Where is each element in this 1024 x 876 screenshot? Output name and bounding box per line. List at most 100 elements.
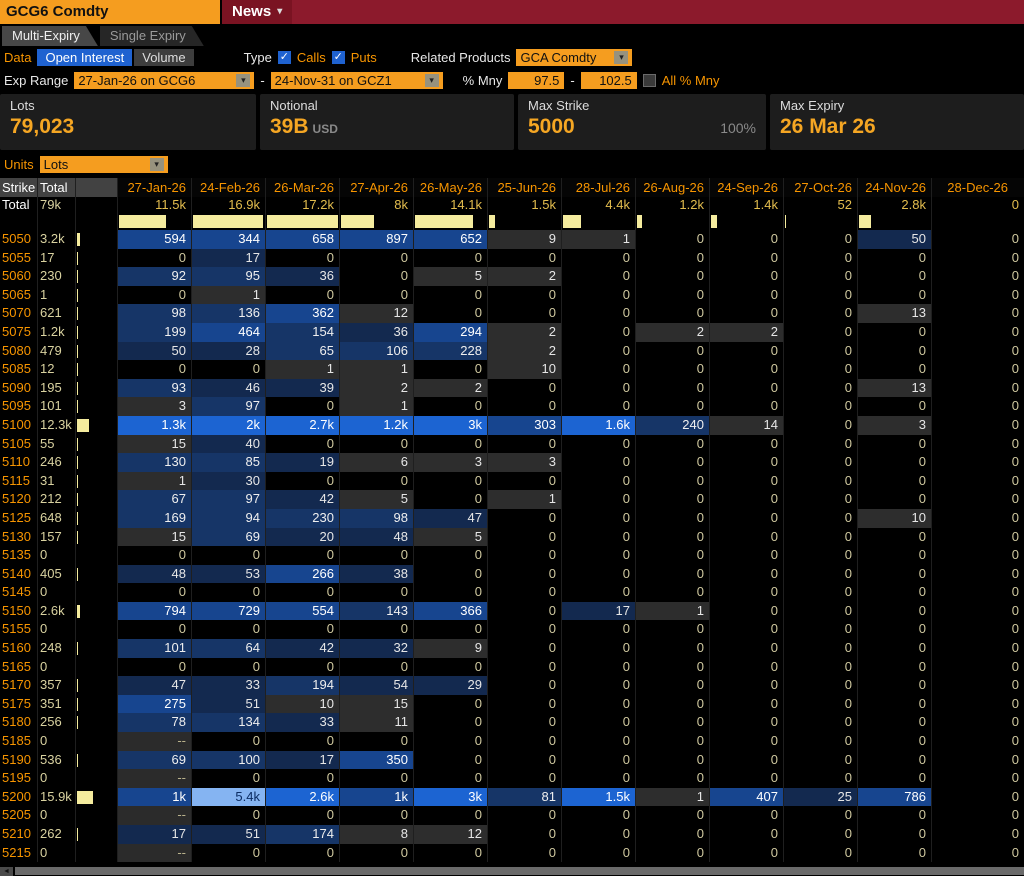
oi-cell[interactable]: 0 bbox=[192, 769, 266, 788]
oi-cell[interactable]: 10 bbox=[488, 360, 562, 379]
strike-cell[interactable]: 5085 bbox=[0, 360, 38, 379]
oi-cell[interactable]: 0 bbox=[488, 249, 562, 268]
tab-single-expiry[interactable]: Single Expiry bbox=[100, 26, 204, 46]
oi-cell[interactable]: 19 bbox=[266, 453, 340, 472]
oi-cell[interactable]: 0 bbox=[932, 695, 1024, 714]
oi-cell[interactable]: 0 bbox=[710, 676, 784, 695]
oi-cell[interactable]: 2 bbox=[340, 379, 414, 398]
oi-cell[interactable]: 0 bbox=[636, 583, 710, 602]
oi-cell[interactable]: 0 bbox=[636, 379, 710, 398]
oi-cell[interactable]: 0 bbox=[562, 583, 636, 602]
oi-cell[interactable]: 48 bbox=[340, 528, 414, 547]
oi-cell[interactable]: 0 bbox=[710, 397, 784, 416]
oi-cell[interactable]: 0 bbox=[858, 286, 932, 305]
oi-cell[interactable]: 14 bbox=[710, 416, 784, 435]
oi-cell[interactable]: 0 bbox=[118, 546, 192, 565]
row-total-cell[interactable]: 479 bbox=[38, 342, 76, 361]
oi-cell[interactable]: 81 bbox=[488, 788, 562, 807]
oi-cell[interactable]: 0 bbox=[784, 583, 858, 602]
oi-cell[interactable]: 0 bbox=[784, 528, 858, 547]
row-total-cell[interactable]: 648 bbox=[38, 509, 76, 528]
oi-cell[interactable]: 17 bbox=[562, 602, 636, 621]
strike-cell[interactable]: 5150 bbox=[0, 602, 38, 621]
oi-cell[interactable]: 2 bbox=[636, 323, 710, 342]
oi-cell[interactable]: 0 bbox=[266, 806, 340, 825]
oi-cell[interactable]: 0 bbox=[636, 360, 710, 379]
oi-cell[interactable]: 0 bbox=[784, 769, 858, 788]
oi-cell[interactable]: 0 bbox=[858, 249, 932, 268]
oi-cell[interactable]: 0 bbox=[858, 676, 932, 695]
oi-cell[interactable]: 0 bbox=[562, 435, 636, 454]
oi-cell[interactable]: 0 bbox=[932, 472, 1024, 491]
oi-cell[interactable]: -- bbox=[118, 806, 192, 825]
oi-cell[interactable]: 350 bbox=[340, 751, 414, 770]
chevron-down-icon[interactable]: ▾ bbox=[236, 74, 250, 87]
row-total-cell[interactable]: 12 bbox=[38, 360, 76, 379]
oi-cell[interactable]: 0 bbox=[784, 435, 858, 454]
oi-cell[interactable]: 0 bbox=[932, 304, 1024, 323]
oi-cell[interactable]: 0 bbox=[266, 620, 340, 639]
oi-cell[interactable]: 0 bbox=[340, 267, 414, 286]
row-total-cell[interactable]: 2.6k bbox=[38, 602, 76, 621]
oi-cell[interactable]: 10 bbox=[266, 695, 340, 714]
oi-cell[interactable]: 0 bbox=[192, 844, 266, 863]
oi-cell[interactable]: 0 bbox=[710, 472, 784, 491]
oi-cell[interactable]: 266 bbox=[266, 565, 340, 584]
oi-cell[interactable]: 0 bbox=[340, 806, 414, 825]
oi-cell[interactable]: 0 bbox=[784, 639, 858, 658]
oi-cell[interactable]: 0 bbox=[562, 528, 636, 547]
oi-cell[interactable]: 0 bbox=[192, 732, 266, 751]
oi-cell[interactable]: 0 bbox=[932, 751, 1024, 770]
oi-cell[interactable]: 0 bbox=[340, 583, 414, 602]
oi-cell[interactable]: 0 bbox=[266, 658, 340, 677]
oi-cell[interactable]: 15 bbox=[340, 695, 414, 714]
oi-cell[interactable]: 15 bbox=[118, 435, 192, 454]
oi-cell[interactable]: 0 bbox=[636, 435, 710, 454]
oi-cell[interactable]: 1.5k bbox=[562, 788, 636, 807]
oi-cell[interactable]: 0 bbox=[932, 806, 1024, 825]
oi-cell[interactable]: 0 bbox=[710, 509, 784, 528]
oi-cell[interactable]: 0 bbox=[932, 769, 1024, 788]
oi-cell[interactable]: 0 bbox=[266, 472, 340, 491]
oi-cell[interactable]: 98 bbox=[118, 304, 192, 323]
oi-cell[interactable]: 0 bbox=[710, 379, 784, 398]
oi-cell[interactable]: 0 bbox=[858, 825, 932, 844]
row-total-cell[interactable]: 55 bbox=[38, 435, 76, 454]
row-total-cell[interactable]: 0 bbox=[38, 583, 76, 602]
oi-cell[interactable]: 0 bbox=[488, 695, 562, 714]
oi-cell[interactable]: 33 bbox=[192, 676, 266, 695]
oi-cell[interactable]: 0 bbox=[784, 695, 858, 714]
oi-cell[interactable]: 0 bbox=[784, 546, 858, 565]
oi-cell[interactable]: 1.6k bbox=[562, 416, 636, 435]
oi-cell[interactable]: 0 bbox=[562, 639, 636, 658]
oi-cell[interactable]: 92 bbox=[118, 267, 192, 286]
oi-cell[interactable]: 0 bbox=[414, 397, 488, 416]
oi-cell[interactable]: 15 bbox=[118, 528, 192, 547]
oi-cell[interactable]: 0 bbox=[858, 639, 932, 658]
oi-cell[interactable]: 0 bbox=[932, 528, 1024, 547]
oi-cell[interactable]: 0 bbox=[710, 639, 784, 658]
oi-cell[interactable]: 0 bbox=[710, 658, 784, 677]
oi-cell[interactable]: 0 bbox=[636, 751, 710, 770]
strike-cell[interactable]: 5060 bbox=[0, 267, 38, 286]
oi-cell[interactable]: 1 bbox=[118, 472, 192, 491]
oi-cell[interactable]: 0 bbox=[266, 732, 340, 751]
oi-cell[interactable]: 729 bbox=[192, 602, 266, 621]
oi-cell[interactable]: 0 bbox=[488, 472, 562, 491]
strike-cell[interactable]: 5090 bbox=[0, 379, 38, 398]
exp-to-dropdown[interactable]: 24-Nov-31 on GCZ1 ▾ bbox=[271, 72, 443, 89]
oi-cell[interactable]: 0 bbox=[636, 304, 710, 323]
oi-cell[interactable]: 67 bbox=[118, 490, 192, 509]
row-total-cell[interactable]: 195 bbox=[38, 379, 76, 398]
oi-cell[interactable]: 0 bbox=[932, 286, 1024, 305]
oi-cell[interactable]: 12 bbox=[414, 825, 488, 844]
strike-cell[interactable]: 5190 bbox=[0, 751, 38, 770]
oi-cell[interactable]: 0 bbox=[562, 490, 636, 509]
oi-cell[interactable]: 0 bbox=[340, 769, 414, 788]
strike-cell[interactable]: 5160 bbox=[0, 639, 38, 658]
row-total-cell[interactable]: 0 bbox=[38, 732, 76, 751]
oi-cell[interactable]: 101 bbox=[118, 639, 192, 658]
oi-cell[interactable]: 3 bbox=[858, 416, 932, 435]
oi-cell[interactable]: 0 bbox=[636, 453, 710, 472]
oi-cell[interactable]: 0 bbox=[340, 286, 414, 305]
